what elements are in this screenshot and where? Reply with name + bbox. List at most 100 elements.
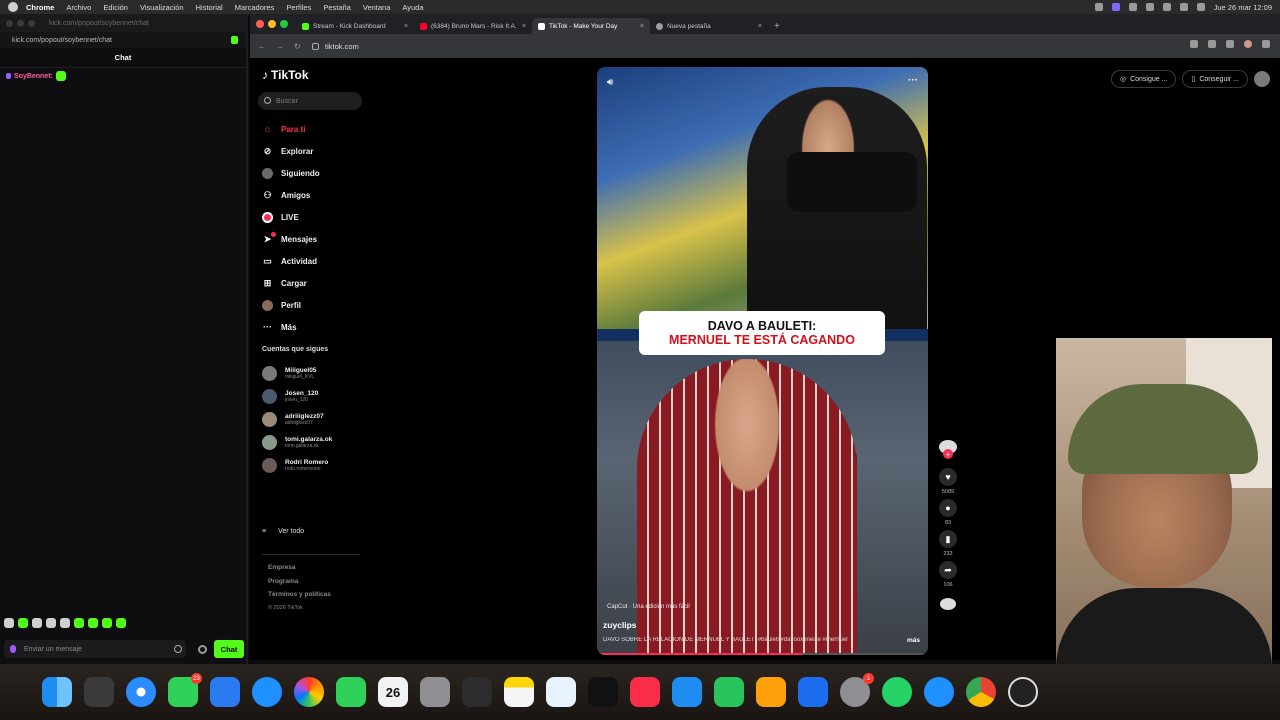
tab-new-tab[interactable]: Nueva pestaña × [650, 18, 768, 34]
facetime-icon[interactable] [336, 677, 366, 707]
menu-historial[interactable]: Historial [196, 3, 223, 12]
video-player[interactable]: DAVO A BAULETI: MERNUEL TE ESTÁ CAGANDO … [597, 67, 928, 655]
profile-icon[interactable] [1244, 40, 1252, 48]
like-button[interactable]: ♥ 5089 [933, 468, 963, 495]
following-item[interactable]: Miiiguel05 miiiguel_KVL [262, 362, 382, 385]
messages-app-icon[interactable]: 23 [168, 673, 202, 707]
notes-icon[interactable] [504, 677, 534, 707]
menu-pestana[interactable]: Pestaña [323, 3, 351, 12]
maximize-window-icon[interactable] [280, 20, 288, 28]
emote-icon[interactable] [60, 618, 70, 628]
nav-amigos[interactable]: ⚇ Amigos [262, 184, 382, 206]
shield-icon[interactable] [231, 36, 238, 44]
chrome-menu-icon[interactable] [1262, 40, 1270, 48]
nav-cargar[interactable]: ⊞ Cargar [262, 272, 382, 294]
nav-para-ti[interactable]: ⌂ Para ti [262, 118, 382, 140]
menu-archivo[interactable]: Archivo [66, 3, 91, 12]
nav-explorar[interactable]: ⊘ Explorar [262, 140, 382, 162]
more-options-icon[interactable]: ··· [908, 75, 918, 86]
see-all-link[interactable]: ≡ Ver todo [262, 528, 304, 535]
menubar-clock[interactable]: Jue 26 mar 12:09 [1214, 3, 1272, 12]
menu-ventana[interactable]: Ventana [363, 3, 391, 12]
emote-icon[interactable] [74, 618, 84, 628]
keynote-icon[interactable] [672, 677, 702, 707]
tab-kick-dashboard[interactable]: Stream - Kick Dashboard × [296, 18, 414, 34]
quicktime-icon[interactable] [924, 677, 954, 707]
close-tab-icon[interactable]: × [522, 23, 526, 30]
close-window-icon[interactable] [6, 19, 13, 27]
get-coins-button[interactable]: ◎ Consigue ... [1110, 70, 1177, 88]
menu-edicion[interactable]: Edición [103, 3, 128, 12]
pages-icon[interactable] [756, 677, 786, 707]
music-icon[interactable] [630, 677, 660, 707]
emote-icon[interactable] [32, 618, 42, 628]
nav-perfil[interactable]: Perfil [262, 294, 382, 316]
finder-icon[interactable] [42, 677, 72, 707]
user-avatar[interactable] [1254, 71, 1270, 87]
freeform-icon[interactable] [546, 677, 576, 707]
tiktok-logo[interactable]: ♪ TikTok [262, 68, 309, 82]
emoji-icon[interactable] [174, 645, 182, 653]
nav-live[interactable]: LIVE [262, 206, 382, 228]
author-avatar-button[interactable]: + [933, 440, 963, 464]
obs-icon[interactable] [1008, 677, 1038, 707]
save-button[interactable]: ▮ 233 [933, 530, 963, 557]
wifi-icon[interactable] [1162, 3, 1171, 11]
mic-icon[interactable] [10, 645, 16, 653]
new-tab-icon[interactable]: + [774, 18, 780, 34]
back-icon[interactable]: ← [258, 42, 266, 51]
nav-actividad[interactable]: ▭ Actividad [262, 250, 382, 272]
bookmark-star-icon[interactable] [1208, 40, 1216, 48]
nav-mensajes[interactable]: ➤ Mensajes [262, 228, 382, 250]
emote-icon[interactable] [4, 618, 14, 628]
send-chat-button[interactable]: Chat [214, 640, 244, 658]
mail-icon[interactable] [210, 677, 240, 707]
emote-icon[interactable] [18, 618, 28, 628]
menu-perfiles[interactable]: Perfiles [286, 3, 311, 12]
numbers-icon[interactable] [714, 677, 744, 707]
emote-icon[interactable] [102, 618, 112, 628]
sound-disc-button[interactable] [933, 592, 963, 610]
expand-description-link[interactable]: más [907, 637, 920, 644]
share-button[interactable]: ➦ 106 [933, 561, 963, 588]
address-bar[interactable]: tiktok.com [312, 38, 359, 54]
whatsapp-icon[interactable] [882, 677, 912, 707]
menu-marcadores[interactable]: Marcadores [235, 3, 275, 12]
photos-icon[interactable] [294, 677, 324, 707]
reminders-icon[interactable] [462, 677, 492, 707]
safari-icon[interactable] [126, 677, 156, 707]
footer-link-empresa[interactable]: Empresa [268, 561, 331, 575]
comment-button[interactable]: ● 83 [933, 499, 963, 526]
reload-icon[interactable]: ↻ [294, 42, 301, 51]
install-icon[interactable] [1190, 40, 1198, 48]
emote-icon[interactable] [88, 618, 98, 628]
minimize-window-icon[interactable] [268, 20, 276, 28]
footer-link-terminos[interactable]: Términos y políticas [268, 588, 331, 602]
close-tab-icon[interactable]: × [758, 23, 762, 30]
apple-tv-icon[interactable] [588, 677, 618, 707]
video-author[interactable]: zuyclips [603, 620, 637, 630]
xcode-icon[interactable] [798, 677, 828, 707]
maximize-window-icon[interactable] [28, 19, 35, 27]
launchpad-icon[interactable] [84, 677, 114, 707]
tab-youtube[interactable]: (6384) Bruno Mars - Risk It A... × [414, 18, 532, 34]
emote-icon[interactable] [116, 618, 126, 628]
menu-visualizacion[interactable]: Visualización [140, 3, 184, 12]
video-progress-bar[interactable] [597, 653, 928, 655]
popout-url-bar[interactable]: kick.com/popout/soybennet/chat [0, 32, 246, 48]
following-item[interactable]: tomi.galarza.ok tomi.galarza.ok [262, 431, 382, 454]
close-tab-icon[interactable]: × [640, 23, 644, 30]
site-info-icon[interactable] [312, 42, 319, 50]
chrome-icon[interactable] [966, 677, 996, 707]
search-input[interactable]: Buscar [258, 92, 362, 110]
menu-chrome[interactable]: Chrome [26, 3, 54, 12]
chat-username[interactable]: SoyBennet: [14, 73, 53, 80]
following-item[interactable]: Josen_120 josen_120 [262, 385, 382, 408]
search-icon[interactable] [1179, 3, 1188, 11]
apple-icon[interactable] [8, 2, 18, 12]
status-icon[interactable] [1094, 3, 1103, 11]
close-window-icon[interactable] [256, 20, 264, 28]
popout-titlebar[interactable]: kick.com/popout/soybennet/chat [0, 14, 246, 32]
status-icon[interactable] [1128, 3, 1137, 11]
tab-tiktok[interactable]: TikTok - Make Your Day × [532, 18, 650, 34]
